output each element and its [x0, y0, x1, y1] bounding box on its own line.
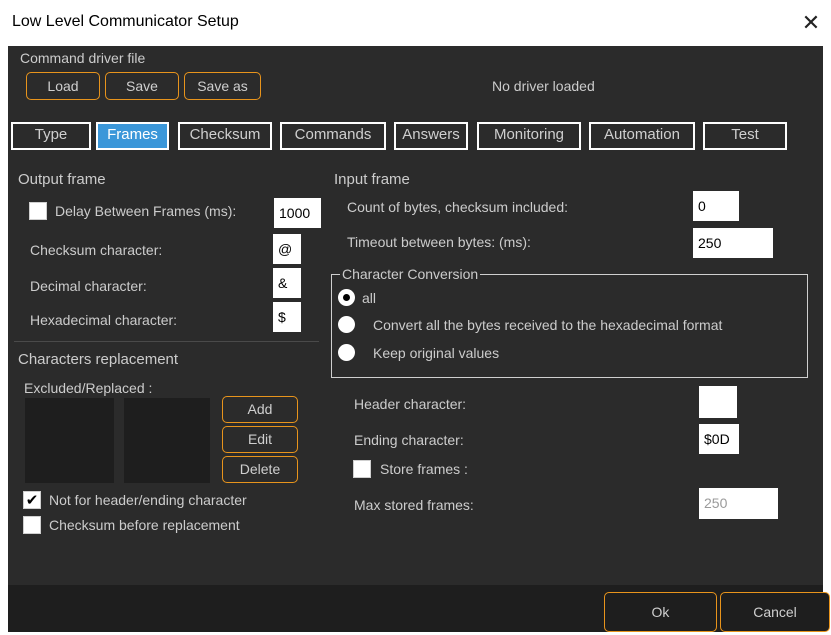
hex-char-field[interactable]: $	[273, 302, 301, 332]
add-button[interactable]: Add	[222, 396, 298, 423]
delay-label: Delay Between Frames (ms):	[55, 203, 237, 219]
conversion-original-label: Keep original values	[373, 345, 500, 361]
window-title: Low Level Communicator Setup	[12, 13, 239, 30]
timeout-field[interactable]: 250	[693, 228, 773, 258]
tab-type[interactable]: Type	[11, 122, 91, 150]
conversion-all-label: all	[362, 290, 377, 306]
count-bytes-label: Count of bytes, checksum included:	[347, 199, 569, 215]
replacement-title: Characters replacement	[18, 351, 179, 368]
input-frame-title: Input frame	[334, 171, 410, 188]
tab-test[interactable]: Test	[703, 122, 787, 150]
checksum-before-checkbox[interactable]	[23, 516, 41, 534]
timeout-label: Timeout between bytes: (ms):	[347, 234, 531, 250]
store-frames-checkbox[interactable]	[353, 460, 371, 478]
max-stored-field[interactable]: 250	[699, 488, 778, 519]
ending-char-field[interactable]: $0D	[699, 424, 739, 454]
checksum-char-field[interactable]: @	[273, 234, 301, 264]
tab-checksum[interactable]: Checksum	[178, 122, 272, 150]
tab-answers[interactable]: Answers	[394, 122, 468, 150]
edit-button[interactable]: Edit	[222, 426, 298, 453]
not-for-header-label: Not for header/ending character	[49, 492, 247, 508]
excluded-list[interactable]	[24, 397, 115, 484]
conversion-original-radio[interactable]	[338, 344, 355, 361]
conversion-hex-radio[interactable]	[338, 316, 355, 333]
close-icon: ✕	[801, 10, 821, 35]
output-frame-title: Output frame	[18, 171, 106, 188]
ok-button[interactable]: Ok	[604, 592, 717, 632]
header-char-label: Header character:	[354, 396, 467, 412]
tab-monitoring[interactable]: Monitoring	[477, 122, 581, 150]
conversion-title: Character Conversion	[340, 266, 481, 282]
checksum-before-label: Checksum before replacement	[49, 517, 240, 533]
checkmark-icon: ✔	[25, 492, 39, 509]
delete-button[interactable]: Delete	[222, 456, 298, 483]
delay-field[interactable]: 1000	[274, 198, 321, 228]
ending-char-label: Ending character:	[354, 432, 464, 448]
count-bytes-field[interactable]: 0	[693, 191, 739, 221]
excluded-label: Excluded/Replaced :	[24, 380, 153, 396]
section-divider	[14, 341, 319, 342]
max-stored-label: Max stored frames:	[354, 497, 474, 513]
title-bar: Low Level Communicator Setup ✕	[0, 0, 831, 46]
decimal-char-label: Decimal character:	[30, 278, 147, 294]
conversion-all-radio[interactable]	[338, 289, 355, 306]
load-button[interactable]: Load	[26, 72, 100, 100]
tab-automation[interactable]: Automation	[589, 122, 695, 150]
driver-status: No driver loaded	[492, 78, 595, 94]
cancel-button[interactable]: Cancel	[720, 592, 830, 632]
store-frames-label: Store frames :	[380, 461, 468, 477]
hex-char-label: Hexadecimal character:	[30, 312, 178, 328]
driver-section-label: Command driver file	[20, 50, 146, 66]
replaced-list[interactable]	[123, 397, 211, 484]
not-for-header-checkbox[interactable]: ✔	[23, 491, 41, 509]
tab-commands[interactable]: Commands	[280, 122, 386, 150]
conversion-hex-label: Convert all the bytes received to the he…	[373, 317, 723, 333]
decimal-char-field[interactable]: &	[273, 268, 301, 298]
tab-frames[interactable]: Frames	[96, 122, 169, 150]
save-button[interactable]: Save	[105, 72, 179, 100]
header-char-field[interactable]	[699, 386, 737, 418]
save-as-button[interactable]: Save as	[184, 72, 261, 100]
close-button[interactable]: ✕	[796, 8, 826, 38]
checksum-char-label: Checksum character:	[30, 242, 163, 258]
delay-checkbox[interactable]	[29, 202, 47, 220]
